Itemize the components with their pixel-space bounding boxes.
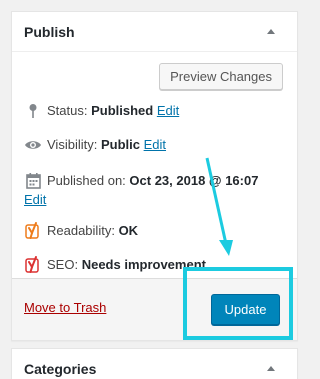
publish-box: Publish Preview Changes Status: Publishe… bbox=[11, 11, 298, 341]
publish-title: Publish bbox=[24, 23, 75, 40]
published-on-label: Published on: bbox=[47, 173, 126, 188]
status-row: Status: Published Edit bbox=[24, 101, 289, 120]
visibility-edit-link[interactable]: Edit bbox=[144, 137, 166, 152]
seo-label: SEO: bbox=[47, 257, 79, 272]
status-value: Published bbox=[91, 103, 154, 118]
visibility-label: Visibility: bbox=[47, 137, 98, 152]
visibility-row: Visibility: Public Edit bbox=[24, 135, 289, 154]
categories-box: Categories bbox=[11, 348, 298, 379]
preview-changes-button[interactable]: Preview Changes bbox=[159, 63, 283, 90]
readability-value: OK bbox=[118, 223, 139, 238]
published-on-edit-row: Edit bbox=[24, 190, 289, 209]
readability-label: Readability: bbox=[47, 223, 115, 238]
publish-header[interactable]: Publish bbox=[12, 12, 297, 52]
major-publishing-actions: Move to Trash Update bbox=[12, 278, 297, 340]
status-edit-link[interactable]: Edit bbox=[157, 103, 179, 118]
categories-header[interactable]: Categories bbox=[12, 349, 297, 379]
published-on-edit-link[interactable]: Edit bbox=[24, 190, 46, 209]
yoast-seo-icon bbox=[24, 255, 42, 274]
move-to-trash-link[interactable]: Move to Trash bbox=[24, 300, 106, 315]
collapse-arrow-icon[interactable] bbox=[267, 29, 275, 34]
eye-icon bbox=[24, 135, 42, 154]
seo-value: Needs improvement bbox=[81, 257, 206, 272]
seo-row: SEO: Needs improvement bbox=[24, 255, 289, 274]
pin-icon bbox=[24, 101, 42, 120]
update-button[interactable]: Update bbox=[211, 294, 280, 325]
visibility-value: Public bbox=[100, 137, 140, 152]
published-on-row: Published on: Oct 23, 2018 @ 16:07 bbox=[24, 171, 289, 190]
collapse-arrow-icon[interactable] bbox=[267, 366, 275, 371]
published-on-value: Oct 23, 2018 @ 16:07 bbox=[129, 173, 259, 188]
status-label: Status: bbox=[47, 103, 88, 118]
yoast-readability-icon bbox=[24, 221, 42, 240]
readability-row: Readability: OK bbox=[24, 221, 289, 240]
calendar-icon bbox=[24, 171, 42, 190]
categories-title: Categories bbox=[24, 360, 97, 377]
